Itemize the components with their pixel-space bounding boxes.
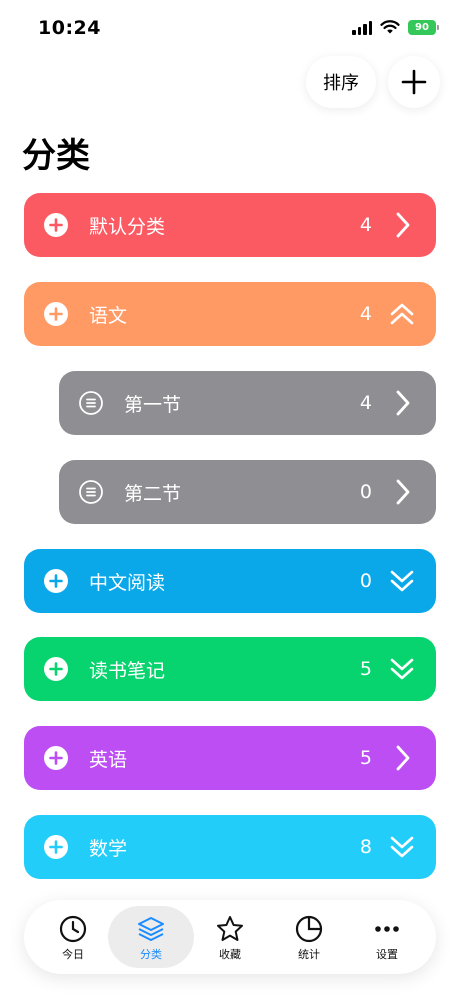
subcategory-row[interactable]: 第一节 4 — [59, 371, 436, 435]
plus-circle-icon[interactable] — [44, 302, 68, 326]
double-chevron-down-icon[interactable] — [390, 655, 414, 683]
tab-label: 统计 — [298, 948, 320, 961]
status-time: 10:24 — [38, 17, 101, 39]
double-chevron-down-icon[interactable] — [390, 833, 414, 861]
plus-circle-icon[interactable] — [44, 213, 68, 237]
category-label: 第二节 — [124, 482, 182, 505]
clock-icon — [59, 915, 87, 943]
chevron-right-icon[interactable] — [390, 744, 414, 772]
wifi-icon — [380, 20, 400, 34]
category-count: 8 — [359, 836, 372, 858]
category-label: 语文 — [89, 304, 128, 327]
tab-today[interactable]: 今日 — [30, 906, 116, 968]
more-icon — [375, 926, 399, 932]
tab-label: 分类 — [140, 948, 162, 961]
category-count: 4 — [359, 214, 372, 236]
tab-bar: 今日 分类 收藏 统计 设置 — [24, 900, 436, 974]
category-row[interactable]: 英语 5 — [24, 726, 436, 790]
category-count: 5 — [359, 747, 372, 769]
plus-circle-icon[interactable] — [44, 835, 68, 859]
plus-circle-icon[interactable] — [44, 569, 68, 593]
category-count: 0 — [359, 481, 372, 503]
plus-circle-icon[interactable] — [44, 657, 68, 681]
category-label: 英语 — [89, 748, 128, 771]
tab-label: 设置 — [376, 948, 398, 961]
battery-icon: 90 — [408, 20, 439, 35]
signal-icon — [352, 20, 372, 35]
category-label: 中文阅读 — [89, 571, 166, 594]
sort-button[interactable]: 排序 — [306, 56, 376, 108]
category-count: 5 — [359, 658, 372, 680]
status-icons: 90 — [352, 20, 439, 35]
category-count: 0 — [359, 570, 372, 592]
category-row[interactable]: 语文 4 — [24, 282, 436, 346]
page-title: 分类 — [22, 136, 90, 176]
tab-categories[interactable]: 分类 — [108, 906, 194, 968]
category-label: 默认分类 — [89, 215, 166, 238]
category-count: 4 — [359, 392, 372, 414]
status-bar: 10:24 90 — [0, 0, 460, 60]
tab-statistics[interactable]: 统计 — [266, 906, 352, 968]
tab-label: 今日 — [62, 948, 84, 961]
chevron-right-icon[interactable] — [390, 389, 414, 417]
list-circle-icon — [79, 391, 103, 415]
category-row[interactable]: 中文阅读 0 — [24, 549, 436, 613]
category-label: 读书笔记 — [89, 659, 166, 682]
plus-icon — [401, 69, 427, 95]
category-row[interactable]: 读书笔记 5 — [24, 637, 436, 701]
double-chevron-up-icon[interactable] — [390, 300, 414, 328]
category-row[interactable]: 默认分类 4 — [24, 193, 436, 257]
list-circle-icon — [79, 480, 103, 504]
category-count: 4 — [359, 303, 372, 325]
category-label: 数学 — [89, 837, 128, 860]
subcategory-row[interactable]: 第二节 0 — [59, 460, 436, 524]
chevron-right-icon[interactable] — [390, 211, 414, 239]
tab-settings[interactable]: 设置 — [344, 906, 430, 968]
double-chevron-down-icon[interactable] — [390, 567, 414, 595]
tab-favorites[interactable]: 收藏 — [187, 906, 273, 968]
add-category-button[interactable] — [388, 56, 440, 108]
pie-chart-icon — [295, 915, 323, 943]
layers-icon — [138, 917, 164, 941]
category-label: 第一节 — [124, 393, 182, 416]
battery-level: 90 — [415, 22, 429, 33]
category-row[interactable]: 数学 8 — [24, 815, 436, 879]
tab-label: 收藏 — [219, 948, 241, 961]
plus-circle-icon[interactable] — [44, 746, 68, 770]
star-icon — [217, 916, 243, 941]
chevron-right-icon[interactable] — [390, 478, 414, 506]
